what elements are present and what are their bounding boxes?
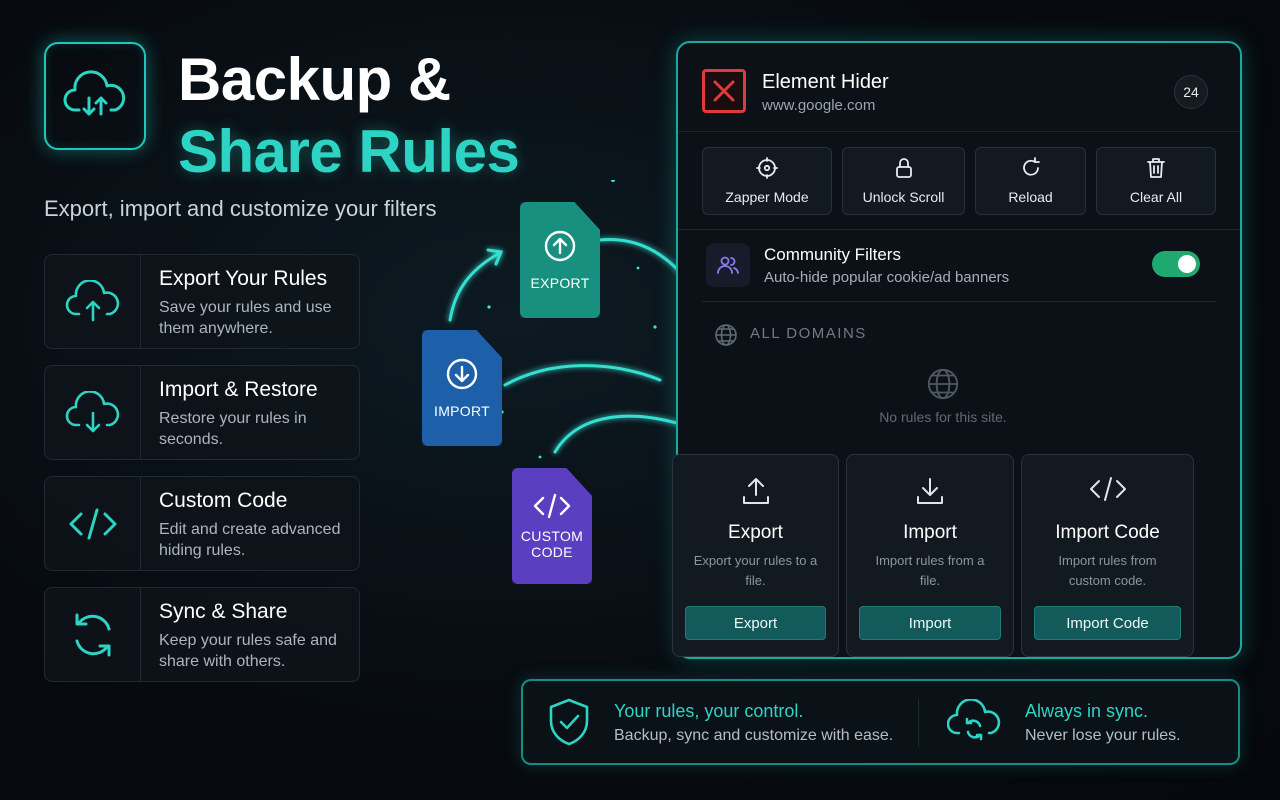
cloud-upload-icon	[45, 255, 141, 348]
unlock-scroll-button[interactable]: Unlock Scroll	[842, 147, 965, 215]
code-icon	[1022, 475, 1193, 503]
arrow-to-export	[448, 252, 500, 322]
globe-icon	[714, 323, 738, 347]
card-title: Export	[728, 522, 783, 543]
cloud-sync-icon	[947, 699, 1001, 745]
file-label-line: CUSTOM	[520, 528, 584, 544]
feature-desc: share with others.	[159, 653, 286, 670]
feature-desc: Save your rules and use	[159, 299, 332, 316]
reload-icon	[1022, 157, 1040, 176]
file-label: EXPORT	[530, 275, 590, 291]
hero-title: Backup &	[178, 46, 451, 113]
rule-count-badge: 24	[1174, 75, 1208, 109]
feature-title: Export Your Rules	[159, 267, 328, 290]
import-file-icon: IMPORT	[422, 330, 502, 446]
shield-check-icon	[547, 697, 591, 747]
export-card: Export Export your rules to a file. Expo…	[672, 454, 839, 657]
zapper-mode-button[interactable]: Zapper Mode	[702, 147, 832, 215]
feature-desc: Restore your rules in	[159, 410, 307, 427]
lock-icon	[895, 158, 912, 178]
current-domain: www.google.com	[762, 97, 876, 114]
community-filters-title: Community Filters	[764, 245, 901, 264]
file-label: IMPORT	[434, 403, 490, 419]
bottom-left-title: Your rules, your control.	[614, 701, 804, 721]
divider	[678, 229, 1240, 230]
download-icon	[847, 475, 1013, 507]
clear-all-button[interactable]: Clear All	[1096, 147, 1216, 215]
feature-desc: them anywhere.	[159, 320, 273, 337]
arrow-import	[503, 364, 662, 387]
tool-label: Unlock Scroll	[862, 189, 945, 205]
feature-title: Import & Restore	[159, 378, 318, 401]
import-code-button[interactable]: Import Code	[1034, 606, 1181, 640]
file-label: CUSTOM CODE	[521, 528, 583, 560]
import-card: Import Import rules from a file. Import	[846, 454, 1014, 657]
feature-sync-share: Sync & Share Keep your rules safe and sh…	[44, 587, 360, 682]
empty-globe-icon	[926, 367, 960, 401]
arrow-up-icon	[544, 230, 576, 262]
feature-title: Sync & Share	[159, 600, 288, 623]
bottom-left-desc: Backup, sync and customize with ease.	[614, 727, 894, 744]
file-label-line: CODE	[531, 544, 573, 560]
app-title: Element Hider	[762, 71, 889, 93]
custom-code-file-icon: CUSTOM CODE	[512, 468, 592, 584]
close-icon[interactable]	[702, 69, 746, 113]
export-button[interactable]: Export	[685, 606, 826, 640]
divider	[918, 699, 919, 747]
users-icon	[706, 243, 750, 287]
cloud-download-icon	[45, 366, 141, 459]
card-title: Import Code	[1055, 522, 1160, 543]
code-icon	[45, 477, 141, 570]
crosshair-icon	[756, 157, 778, 179]
feature-custom-code: Custom Code Edit and create advanced hid…	[44, 476, 360, 571]
feature-import: Import & Restore Restore your rules in s…	[44, 365, 360, 460]
hero-title-accent: Share Rules	[178, 118, 520, 185]
feature-desc: hiding rules.	[159, 542, 246, 559]
code-icon	[533, 493, 571, 519]
divider	[678, 131, 1240, 132]
feature-title: Custom Code	[159, 489, 288, 512]
sync-icon	[45, 588, 141, 681]
bottom-banner: Your rules, your control. Backup, sync a…	[521, 679, 1240, 765]
arrow-down-icon	[446, 358, 478, 390]
upload-icon	[673, 475, 838, 507]
tool-label: Zapper Mode	[725, 189, 809, 205]
community-filters-desc: Auto-hide popular cookie/ad banners	[764, 269, 1010, 286]
card-title: Import	[903, 522, 957, 543]
all-domains-label: ALL DOMAINS	[750, 325, 867, 342]
reload-button[interactable]: Reload	[975, 147, 1086, 215]
card-desc: Import rules from a file.	[875, 553, 985, 588]
feature-desc: Keep your rules safe and	[159, 632, 337, 649]
feature-export: Export Your Rules Save your rules and us…	[44, 254, 360, 349]
card-desc: Import rules from custom code.	[1058, 553, 1157, 588]
import-button[interactable]: Import	[859, 606, 1001, 640]
feature-desc: Edit and create advanced	[159, 521, 341, 538]
divider	[702, 301, 1216, 302]
tool-label: Clear All	[1129, 189, 1183, 205]
hero-cloud-icon	[44, 42, 146, 150]
trash-icon	[1147, 158, 1165, 178]
bottom-right-title: Always in sync.	[1025, 701, 1149, 721]
feature-desc: seconds.	[159, 431, 224, 448]
community-filters-toggle[interactable]	[1152, 251, 1200, 277]
bottom-right-desc: Never lose your rules.	[1025, 727, 1181, 744]
empty-state-text: No rules for this site.	[879, 409, 1007, 425]
tool-label: Reload	[1008, 189, 1053, 205]
card-desc: Export your rules to a file.	[693, 553, 818, 588]
import-code-card: Import Code Import rules from custom cod…	[1021, 454, 1194, 657]
export-file-icon: EXPORT	[520, 202, 600, 318]
hero-subtitle: Export, import and customize your filter…	[44, 196, 437, 221]
